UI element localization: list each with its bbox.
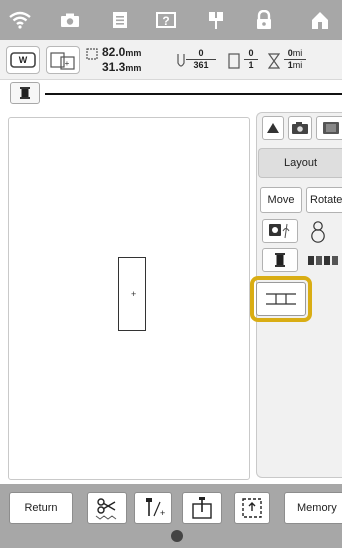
time-total-unit: mi [292, 60, 303, 70]
move-button-label: Move [267, 194, 295, 206]
preview-icon [323, 122, 339, 134]
embroidery-frame-button[interactable]: W [6, 46, 40, 74]
color-sort-icon[interactable] [306, 250, 340, 275]
embroidery-pattern[interactable]: + [118, 257, 146, 331]
pattern-center-mark: + [131, 289, 137, 299]
home-icon[interactable] [306, 6, 334, 34]
tab-layout-label: Layout [283, 157, 318, 169]
thread-row [0, 80, 342, 110]
preview-button[interactable] [316, 116, 342, 140]
thread-spool-button[interactable] [10, 82, 40, 104]
border-button[interactable] [256, 282, 306, 316]
svg-text:+: + [65, 59, 70, 68]
time-count: 0mi 1mi [284, 48, 306, 71]
rotate-button[interactable]: Rotate [306, 187, 342, 213]
trial-button[interactable] [234, 492, 270, 524]
wifi-icon[interactable] [6, 6, 34, 34]
triangle-button[interactable] [262, 116, 284, 140]
border-repeat-icon [266, 293, 296, 305]
snowman-icon[interactable] [308, 220, 328, 249]
needle-start-button[interactable] [182, 492, 222, 524]
trial-frame-icon [242, 498, 262, 518]
height-value: 31.3 [102, 60, 126, 74]
scissors-icon [95, 498, 117, 520]
triangle-icon [267, 123, 279, 133]
needle-position-icon: + [146, 498, 165, 518]
hourglass-icon [267, 53, 281, 74]
help-icon[interactable]: ? [152, 6, 180, 34]
top-bar: ? [0, 0, 342, 40]
color-total: 1 [248, 60, 254, 70]
move-button[interactable]: Move [260, 187, 302, 213]
camera-icon[interactable] [56, 6, 84, 34]
pattern-size-icon [86, 47, 98, 65]
layout-size-button[interactable]: + [46, 46, 80, 74]
color-current: 0 [244, 48, 258, 60]
mirror-icon [269, 223, 290, 239]
return-button-label: Return [24, 502, 58, 514]
camera-scan-button[interactable] [288, 116, 312, 140]
width-value: 82.0 [102, 45, 126, 59]
svg-text:+: + [160, 508, 165, 518]
thread-spool-small-icon [275, 253, 285, 267]
svg-text:?: ? [162, 14, 169, 28]
needle-start-icon [192, 497, 212, 519]
stitch-total: 361 [193, 60, 209, 70]
document-icon[interactable] [106, 6, 134, 34]
cut-thread-button[interactable] [87, 492, 127, 524]
height-unit: mm [125, 63, 142, 73]
thread-button[interactable] [262, 248, 298, 272]
time-unit: mi [292, 48, 303, 58]
thread-color-icon [228, 53, 240, 74]
height-readout: 31.3mm [102, 60, 141, 74]
lock-icon[interactable] [250, 6, 278, 34]
spool-icon [20, 87, 30, 99]
svg-text:W: W [19, 55, 28, 65]
mirror-button[interactable] [262, 219, 298, 243]
return-button[interactable]: Return [9, 492, 73, 524]
thread-color-line [45, 93, 342, 95]
needle-position-button[interactable]: + [134, 492, 172, 524]
camera-scan-icon [292, 122, 308, 134]
width-unit: mm [125, 48, 142, 58]
width-readout: 82.0mm [102, 45, 141, 59]
rotate-button-label: Rotate [310, 194, 342, 206]
needle-icon[interactable] [202, 6, 230, 34]
memory-button-label: Memory [297, 502, 337, 514]
memory-button[interactable]: Memory [284, 492, 342, 524]
stitch-needle-icon [176, 53, 186, 76]
tab-layout[interactable]: Layout [258, 148, 342, 178]
color-count: 0 1 [244, 48, 258, 71]
page-indicator-dot[interactable] [171, 530, 183, 542]
stitch-current: 0 [186, 48, 216, 60]
stitch-count: 0 361 [186, 48, 216, 71]
